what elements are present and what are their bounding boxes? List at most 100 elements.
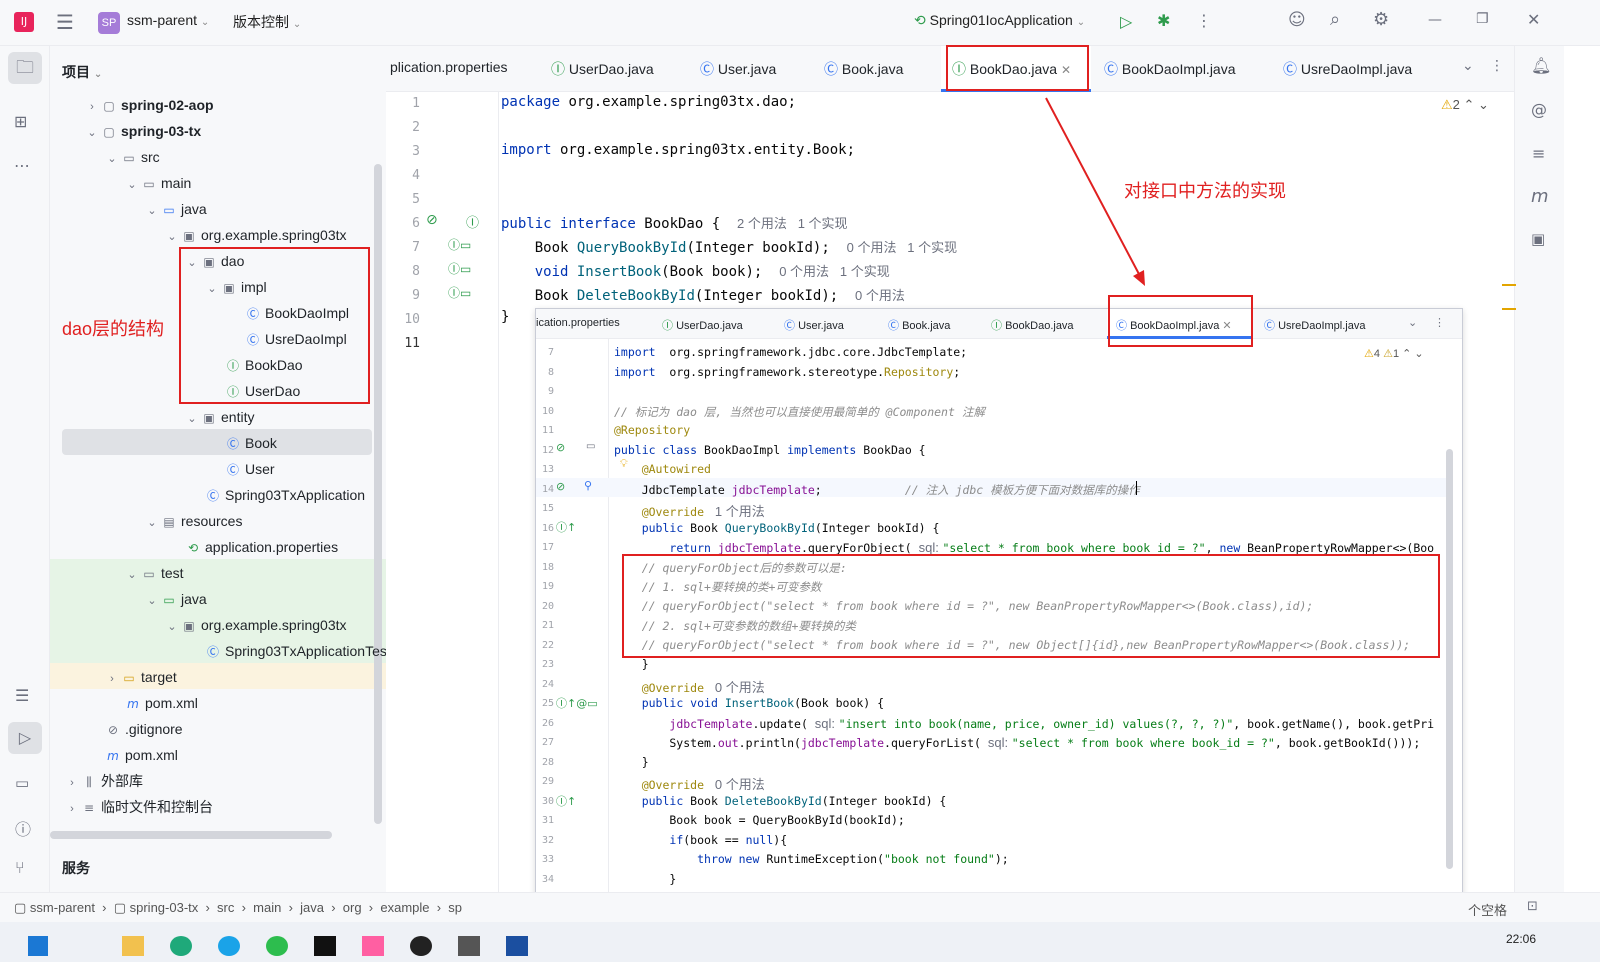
windows-taskbar: 22:06 [0,922,1600,962]
tab-more-icon[interactable]: ⋮ [1434,316,1445,329]
line-number: 19 [541,581,554,592]
code-line: @Repository [614,423,691,437]
line-number: 25 [541,698,554,709]
taskbar-app-icon[interactable] [410,936,432,956]
overlay-tab-bar: ication.properties Ⓘ UserDao.java Ⓒ User… [536,309,1462,339]
taskbar-app-icon[interactable] [122,936,144,956]
line-number: 11 [541,425,554,436]
taskbar-app-icon[interactable] [506,936,528,956]
breadcrumb-item[interactable]: org [343,900,362,915]
tab-list-chevron-icon[interactable]: ⌄ [1408,316,1417,329]
breadcrumb-item[interactable]: example [380,900,429,915]
tab-usredaoimpl[interactable]: Ⓒ UsreDaoImpl.java [1264,317,1365,333]
status-bar: ▢ ssm-parent › ▢ spring-03-tx › src › ma… [0,892,1600,922]
line-number: 34 [541,873,554,885]
start-icon[interactable] [28,936,48,956]
line-number: 15 [541,503,554,514]
taskbar-app-icon[interactable] [170,936,192,956]
tab-book[interactable]: Ⓒ Book.java [888,317,950,333]
class-icon: Ⓒ [784,320,795,332]
code-line: import org.springframework.stereotype.Re… [614,364,961,379]
class-icon: Ⓒ [1264,320,1275,332]
taskbar-app-icon[interactable] [266,936,288,956]
line-number: 13 [541,464,554,475]
line-number: 21 [541,620,554,631]
class-icon: Ⓒ [888,320,899,332]
code-line: @Override 0 个用法 [641,777,765,792]
tab-application-properties[interactable]: ication.properties [536,317,620,329]
code-line: @Override 0 个用法 [641,679,765,695]
text-cursor [1136,481,1137,495]
breadcrumb: ▢ ssm-parent › ▢ spring-03-tx › src › ma… [14,900,463,915]
code-line: public void InsertBook(Book book) { [641,696,885,710]
line-number: 29 [541,776,554,787]
overlay-inspection-widget[interactable]: ⚠4 ⚠1 ⌃ ⌄ [1364,347,1424,360]
taskbar-app-icon[interactable] [362,936,384,956]
breadcrumb-item[interactable]: java [300,900,324,915]
line-number: 32 [541,834,554,846]
bean-marker-icon[interactable]: ▭ [586,441,595,452]
line-number: 22 [541,639,554,651]
line-number: 12 [541,444,554,456]
code-line: jdbcTemplate.update( sql: "insert into b… [669,715,1435,731]
line-number: 9 [547,386,554,397]
code-line: System.out.println(jdbcTemplate.queryFor… [614,735,1421,750]
line-number: 24 [541,678,554,690]
line-number: 30 [541,795,554,807]
annotation-box-bookdaoimpl-tab [1108,295,1253,347]
line-number: 28 [541,756,554,768]
interface-icon: Ⓘ [991,320,1002,332]
lock-icon[interactable]: ⊡ [1527,899,1538,914]
code-line: JdbcTemplate jdbcTemplate; // 注入 jdbc 模板… [614,482,1140,497]
line-number: 7 [547,347,554,358]
code-line: } [614,871,677,886]
code-line: public Book QueryBookById(Integer bookId… [641,520,940,535]
implementing-marker-icon[interactable]: ⊘ [556,441,565,454]
overlay-scrollbar[interactable] [1446,449,1453,869]
override-marker-icon[interactable]: Ⓘ↑ [556,793,576,809]
code-line: import org.springframework.jdbc.core.Jdb… [614,345,968,359]
line-number: 8 [547,366,554,378]
tab-bookdao[interactable]: Ⓘ BookDao.java [991,317,1074,333]
code-line: throw new RuntimeException("book not fou… [697,852,1009,866]
clock[interactable]: 22:06 [1506,932,1536,946]
line-number: 16 [541,522,554,534]
code-line: public class BookDaoImpl implements Book… [614,442,926,457]
autowire-marker-icon[interactable]: ⚲ [584,479,592,492]
overlay-gutter-divider [608,339,609,949]
line-number: 27 [541,737,554,748]
code-line: Book book = QueryBookById(bookId); [614,813,905,827]
override-marker-icon[interactable]: Ⓘ↑@▭ [556,695,598,711]
override-marker-icon[interactable]: Ⓘ↑ [556,519,576,535]
code-line: return jdbcTemplate.queryForObject( sql:… [669,540,1435,555]
taskbar-app-icon[interactable] [218,936,240,956]
indent-status[interactable]: 个空格 [1468,900,1507,919]
interface-icon: Ⓘ [662,320,673,332]
line-number: 18 [541,561,554,573]
line-number: 20 [541,600,554,612]
annotation-box-query-comments [622,554,1440,658]
code-line: public Book DeleteBookById(Integer bookI… [641,793,947,808]
code-line: @Autowired [641,462,711,476]
code-line: @Override 1 个用法 [641,504,765,519]
code-line: if(book == null){ [669,832,788,847]
taskbar-app-icon[interactable] [458,936,480,956]
breadcrumb-item[interactable]: main [253,900,281,915]
line-number: 26 [541,717,554,729]
breadcrumb-item[interactable]: sp [448,900,462,915]
line-number: 10 [541,405,554,417]
implementing-marker-icon[interactable]: ⊘ [556,480,565,493]
code-line: } [614,657,649,671]
tab-userdao[interactable]: Ⓘ UserDao.java [662,317,743,333]
breadcrumb-item[interactable]: src [217,900,234,915]
line-number: 17 [541,542,554,553]
code-line: // 标记为 dao 层, 当然也可以直接使用最简单的 @Component 注… [614,404,985,419]
line-number: 31 [541,815,554,826]
taskbar-app-icon[interactable] [314,936,336,956]
tab-user[interactable]: Ⓒ User.java [784,317,844,333]
code-line: } [614,754,649,769]
line-number: 14 [541,483,554,495]
breadcrumb-item[interactable]: ▢ spring-03-tx [114,900,199,915]
line-number: 33 [541,854,554,865]
breadcrumb-item[interactable]: ▢ ssm-parent [14,900,95,915]
